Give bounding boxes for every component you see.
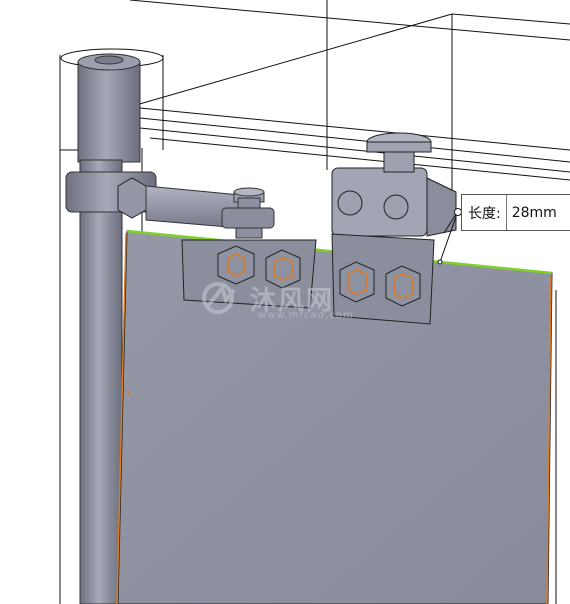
left-bracket	[181, 239, 317, 309]
horizontal-arm	[145, 185, 275, 239]
measurement-label: 长度:	[462, 195, 507, 230]
measurement-tooltip[interactable]: 长度: 28mm	[461, 194, 570, 231]
cad-model-drawing[interactable]	[0, 0, 570, 604]
measurement-value: 28mm	[511, 204, 557, 221]
cad-3d-viewport[interactable]: 沐风网 www.mfcad.com 长度: 28mm	[0, 0, 570, 604]
